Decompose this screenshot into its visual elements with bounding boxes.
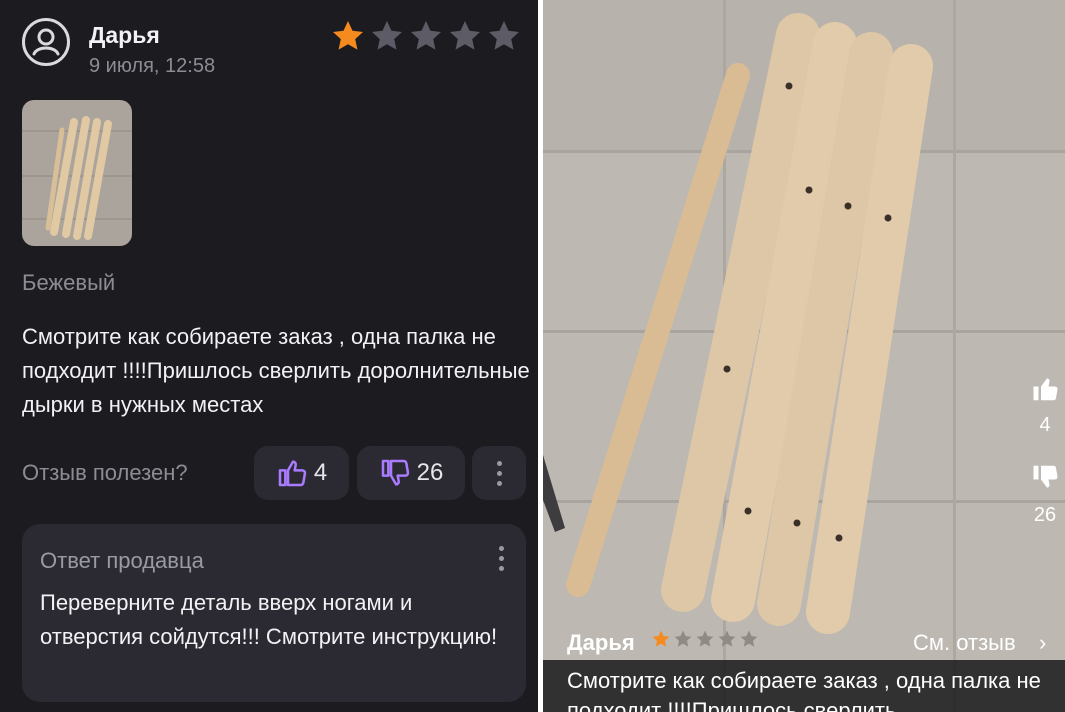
user-avatar-icon[interactable]	[22, 18, 70, 66]
seller-reply-text: Переверните деталь вверх ногами и отверс…	[40, 590, 498, 649]
thumbs-up-icon[interactable]	[1031, 374, 1061, 404]
dot	[499, 546, 504, 551]
thumbs-down-icon	[381, 459, 409, 486]
dot	[499, 566, 504, 571]
thumbs-down-icon[interactable]	[1031, 462, 1061, 492]
star-icon	[372, 21, 402, 50]
star-icon	[489, 21, 519, 50]
dot	[496, 470, 502, 476]
overlay-rating-stars	[651, 629, 759, 649]
dot	[496, 480, 502, 486]
helpful-label: Отзыв полезен?	[22, 460, 188, 485]
star-icon	[411, 21, 441, 50]
overlay-review-text: Смотрите как собираете заказ , одна палк…	[567, 668, 1041, 712]
review-photo-thumbnail[interactable]	[22, 100, 132, 246]
seller-reply: Ответ продавца Переверните деталь вверх …	[22, 524, 526, 702]
thumbs-up-icon	[278, 460, 307, 487]
rating-stars	[330, 18, 522, 54]
overlay-dislike-count: 26	[1033, 504, 1057, 526]
review-date: 9 июля, 12:58	[89, 55, 216, 77]
overlay-author: Дарья	[567, 630, 635, 655]
more-vertical-icon[interactable]	[472, 446, 526, 500]
dislike-button[interactable]: 26	[357, 446, 465, 500]
photo-viewer: 4 26 Дарья См. отзыв › Смотрите как соби…	[543, 0, 1065, 712]
dislike-count: 26	[416, 459, 444, 486]
star-icon	[718, 630, 736, 647]
star-icon	[740, 630, 758, 647]
chevron-right-icon[interactable]: ›	[1039, 630, 1046, 656]
see-review-link[interactable]: См. отзыв	[913, 630, 1016, 656]
overlay-like-count: 4	[1039, 414, 1051, 436]
like-button[interactable]: 4	[254, 446, 349, 500]
like-count: 4	[313, 459, 328, 486]
star-icon	[674, 630, 692, 647]
star-icon	[696, 630, 714, 647]
seller-more-vertical-icon[interactable]	[499, 546, 504, 571]
star-icon	[652, 630, 670, 647]
product-variant: Бежевый	[22, 270, 116, 295]
dot	[496, 460, 502, 466]
star-icon	[333, 21, 363, 50]
seller-reply-title: Ответ продавца	[40, 548, 204, 573]
review-photo	[543, 0, 1065, 712]
review-card: Дарья 9 июля, 12:58 Бежевый Смотрите как…	[0, 0, 538, 712]
star-icon	[450, 21, 480, 50]
review-text: Смотрите как собираете заказ , одна палк…	[22, 324, 530, 417]
dot	[499, 556, 504, 561]
review-author: Дарья	[89, 22, 160, 48]
